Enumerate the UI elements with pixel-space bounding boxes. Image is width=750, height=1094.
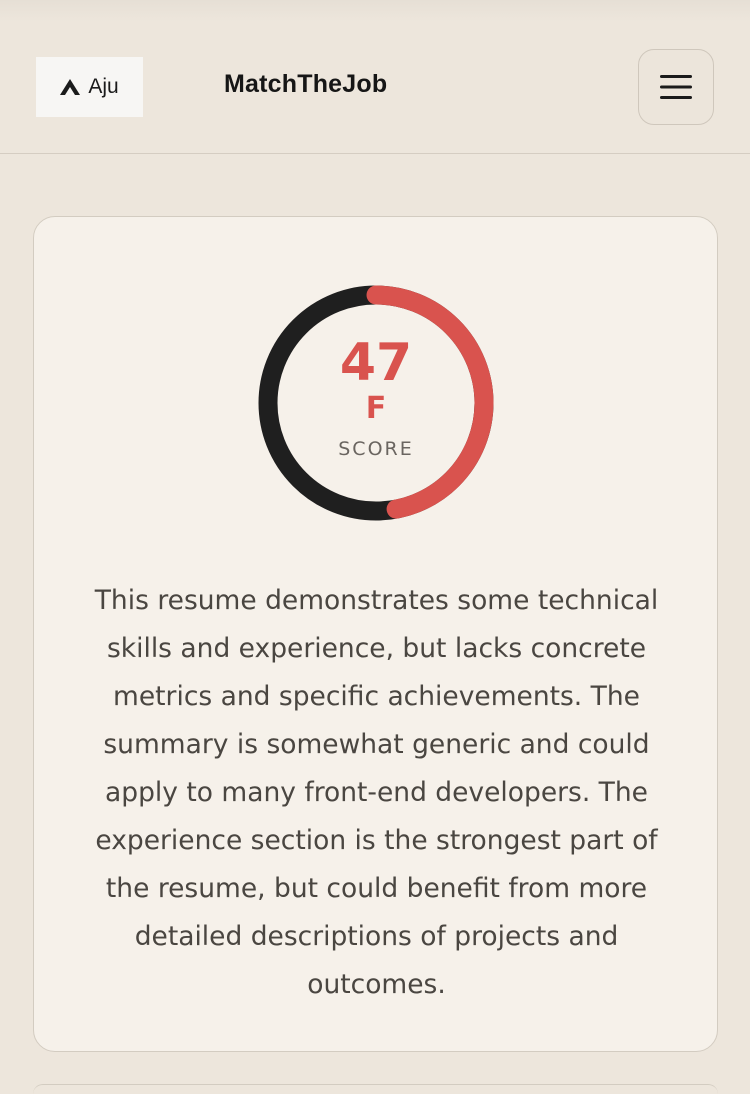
hamburger-icon bbox=[660, 75, 692, 99]
score-gauge: 47 F SCORE bbox=[256, 283, 496, 523]
score-label: SCORE bbox=[338, 438, 414, 460]
score-grade: F bbox=[365, 391, 387, 426]
brand-logo[interactable]: Aju bbox=[36, 57, 143, 117]
next-card-edge bbox=[33, 1084, 718, 1094]
score-value: 47 bbox=[339, 333, 413, 393]
score-card: 47 F SCORE This resume demonstrates some… bbox=[33, 216, 718, 1052]
logo-text: Aju bbox=[88, 75, 119, 98]
resume-summary-text: This resume demonstrates some technical … bbox=[94, 585, 659, 1000]
logo-mark-icon bbox=[60, 79, 81, 95]
app-header: Aju MatchTheJob bbox=[0, 0, 750, 154]
app-title: MatchTheJob bbox=[224, 70, 388, 98]
menu-button[interactable] bbox=[638, 49, 714, 125]
